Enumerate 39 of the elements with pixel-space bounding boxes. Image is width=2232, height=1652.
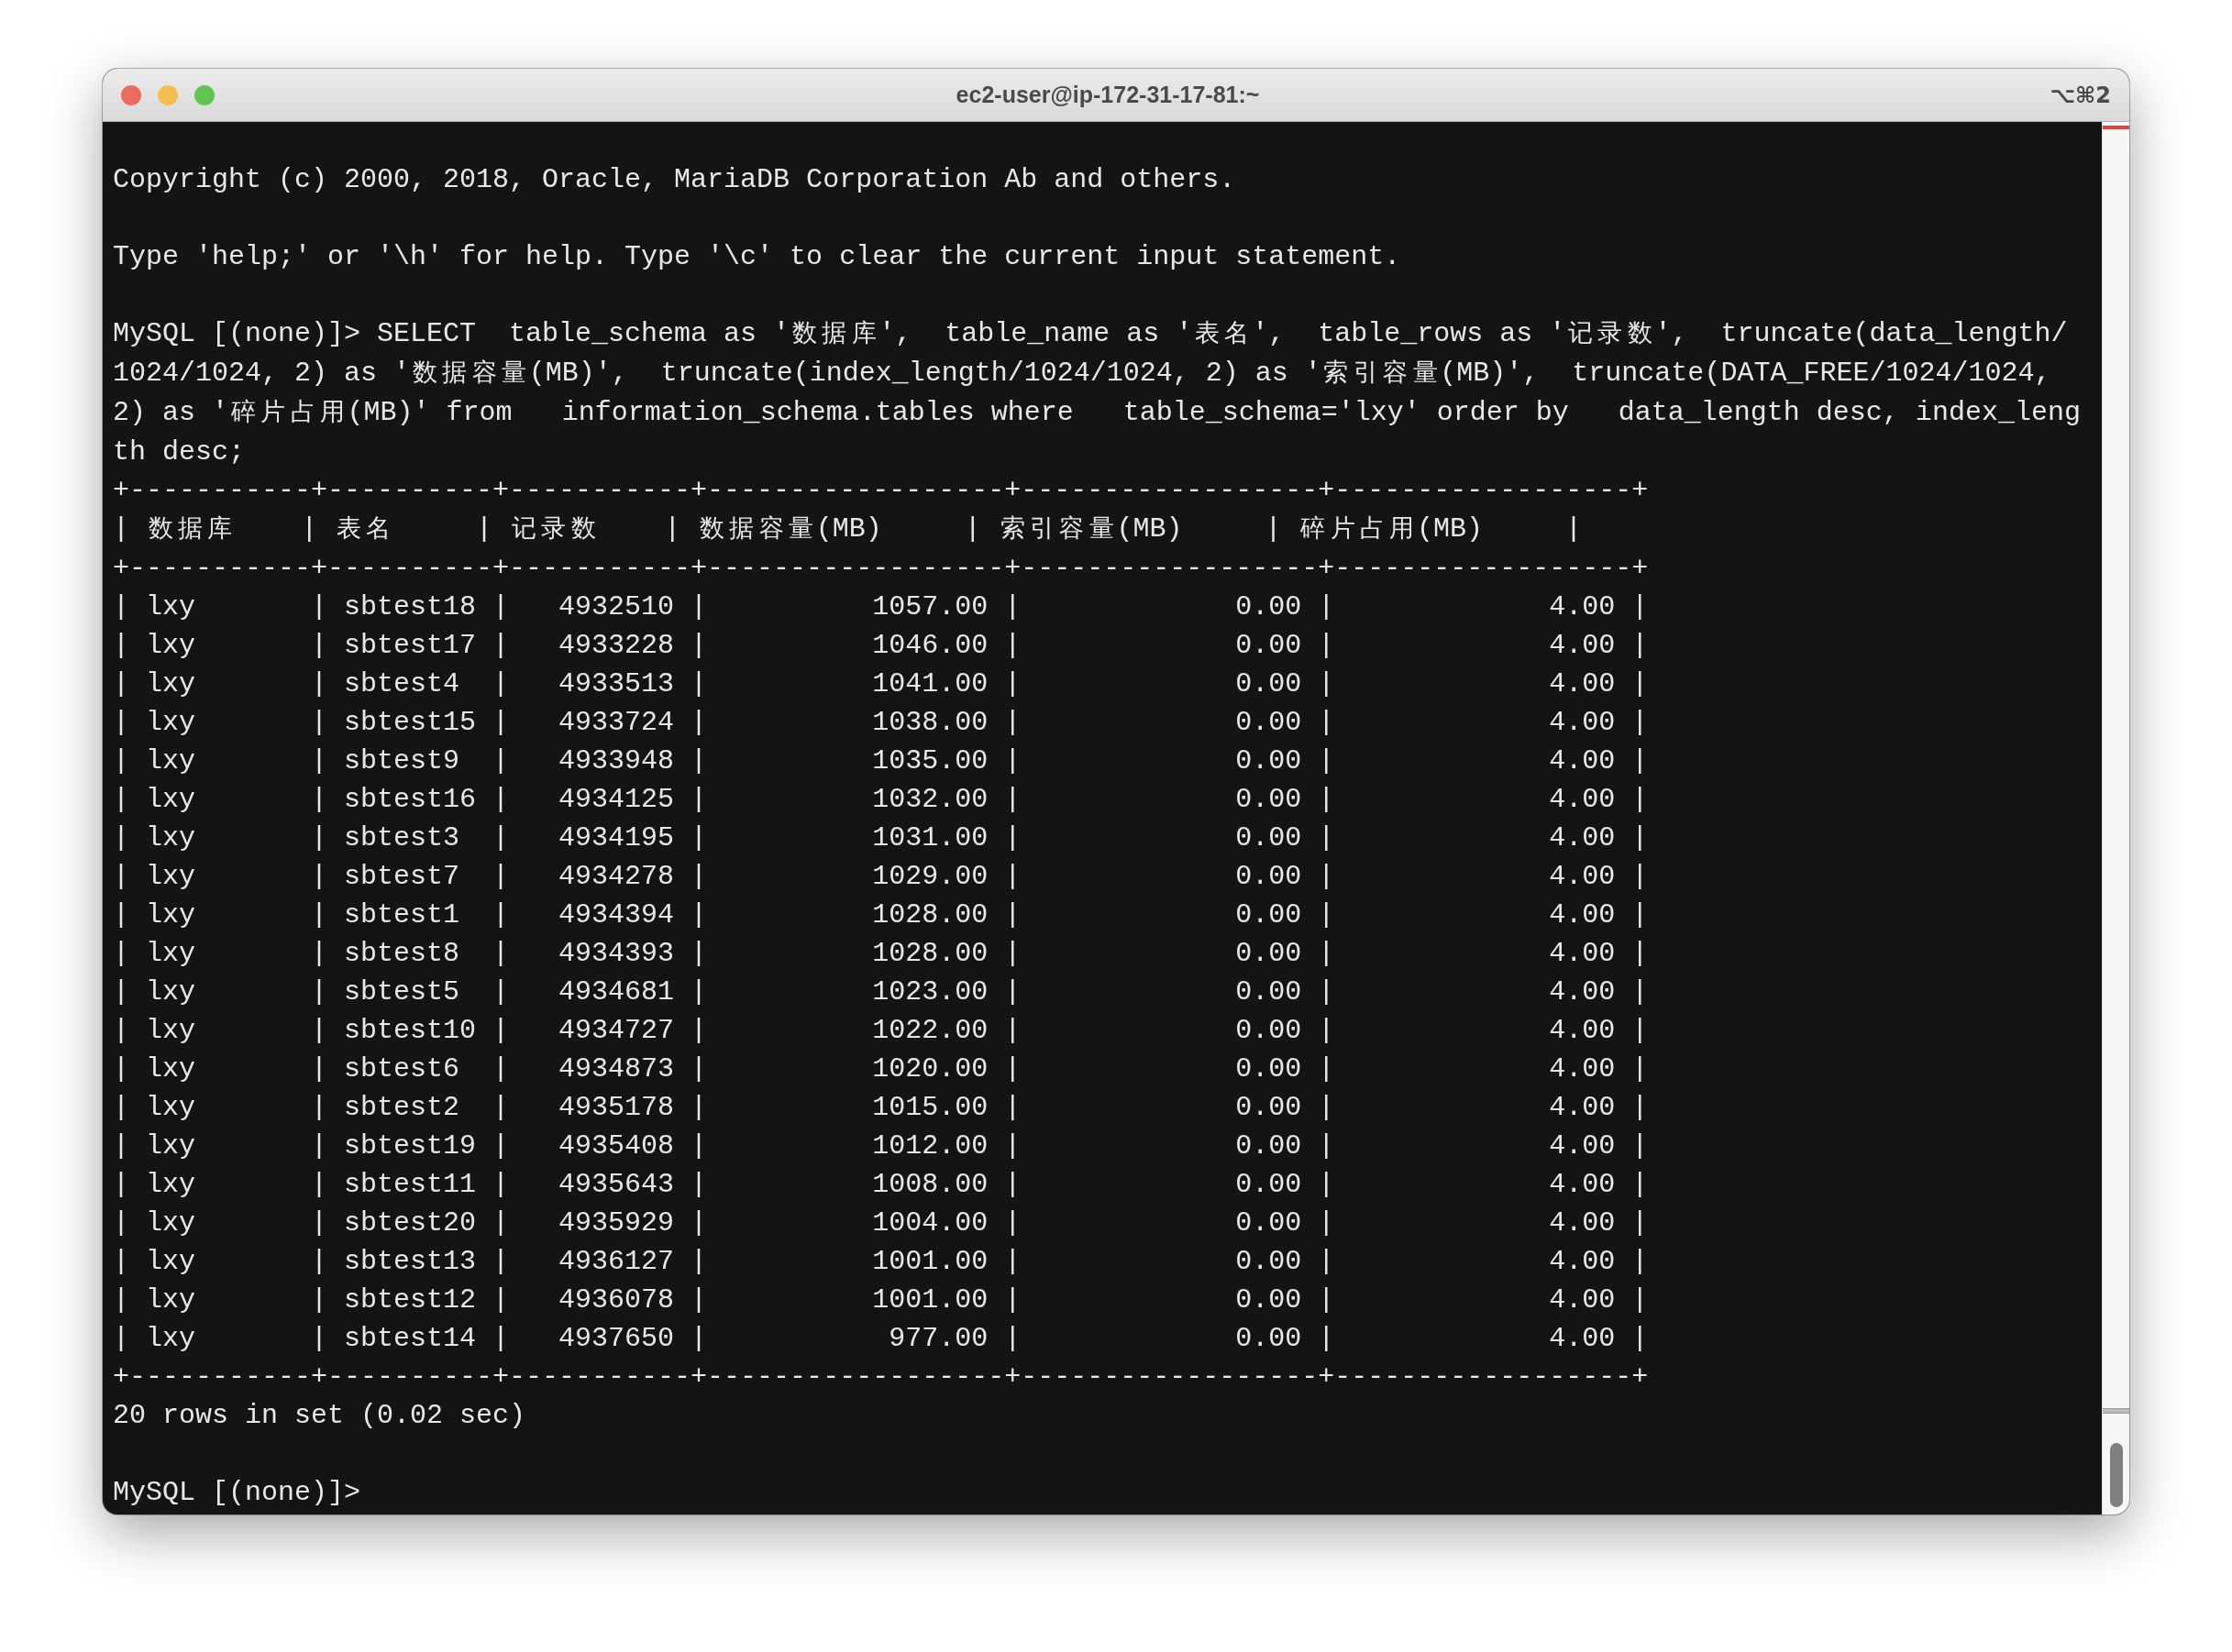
terminal-line: Copyright (c) 2000, 2018, Oracle, MariaDB Corporation Ab and others. — [113, 163, 1236, 197]
close-icon[interactable] — [121, 84, 141, 105]
terminal-line: | lxy | sbtest3 | 4934195 | 1031.00 | 0.00 | 4.00 | — [113, 821, 1649, 855]
terminal-line: | lxy | sbtest1 | 4934394 | 1028.00 | 0.00 | 4.00 | — [113, 898, 1649, 932]
terminal-line: th desc; — [113, 435, 246, 469]
terminal-line: | lxy | sbtest5 | 4934681 | 1023.00 | 0.00 | 4.00 | — [113, 975, 1649, 1009]
terminal-line: | lxy | sbtest11 | 4935643 | 1008.00 | 0.00 | 4.00 | — [113, 1168, 1649, 1202]
terminal-line: | lxy | sbtest20 | 4935929 | 1004.00 | 0.00 | 4.00 | — [113, 1206, 1649, 1240]
zoom-icon[interactable] — [194, 84, 215, 105]
terminal-line: | lxy | sbtest6 | 4934873 | 1020.00 | 0.00 | 4.00 | — [113, 1052, 1649, 1086]
terminal-line: | lxy | sbtest13 | 4936127 | 1001.00 | 0.00 | 4.00 | — [113, 1245, 1649, 1279]
terminal-line: +-----------+----------+-----------+------------------+------------------+------------------+ — [113, 1360, 1649, 1394]
terminal-line: | lxy | sbtest8 | 4934393 | 1028.00 | 0.00 | 4.00 | — [113, 937, 1649, 971]
terminal-line: | lxy | sbtest4 | 4933513 | 1041.00 | 0.00 | 4.00 | — [113, 667, 1649, 701]
terminal-line: | lxy | sbtest15 | 4933724 | 1038.00 | 0.00 | 4.00 | — [113, 706, 1649, 740]
terminal-line: +-----------+----------+-----------+------------------+------------------+------------------+ — [113, 474, 1649, 508]
terminal-line: | lxy | sbtest17 | 4933228 | 1046.00 | 0.00 | 4.00 | — [113, 629, 1649, 663]
terminal-line: | lxy | sbtest7 | 4934278 | 1029.00 | 0.00 | 4.00 | — [113, 860, 1649, 894]
scrollbar[interactable] — [2102, 122, 2129, 1514]
terminal-line: | 数据库 | 表名 | 记录数 | 数据容量(MB) | 索引容量(MB) | 碎片占用(MB) | — [113, 512, 1583, 546]
terminal-line: +-----------+----------+-----------+------------------+------------------+------------------+ — [113, 552, 1649, 586]
terminal-line: | lxy | sbtest9 | 4933948 | 1035.00 | 0.00 | 4.00 | — [113, 744, 1649, 778]
terminal-line: | lxy | sbtest10 | 4934727 | 1022.00 | 0.00 | 4.00 | — [113, 1014, 1649, 1048]
terminal-line: MySQL [(none)]> — [113, 1476, 362, 1510]
minimize-icon[interactable] — [158, 84, 178, 105]
terminal-line: MySQL [(none)]> SELECT table_schema as '数据库', table_name as '表名', table_rows as '记录数', truncate(data_length/ — [113, 317, 2068, 351]
terminal-line: 2) as '碎片占用(MB)' from information_schema.tables where table_schema='lxy' order by data_length desc, index_leng — [113, 396, 2081, 430]
terminal-line: Type 'help;' or '\h' for help. Type '\c' to clear the current input statement. — [113, 240, 1401, 274]
scroll-thumb[interactable] — [2109, 1443, 2123, 1507]
window-title: ec2-user@ip-172-31-17-81:~ — [955, 82, 1261, 108]
shortcut-label: ⌥⌘2 — [2049, 82, 2111, 108]
terminal-line: | lxy | sbtest18 | 4932510 | 1057.00 | 0.00 | 4.00 | — [113, 590, 1649, 624]
terminal-line: | lxy | sbtest16 | 4934125 | 1032.00 | 0.00 | 4.00 | — [113, 783, 1649, 817]
terminal-line: | lxy | sbtest2 | 4935178 | 1015.00 | 0.00 | 4.00 | — [113, 1091, 1649, 1125]
terminal-line: | lxy | sbtest12 | 4936078 | 1001.00 | 0.00 | 4.00 | — [113, 1283, 1649, 1317]
terminal-line: 1024/1024, 2) as '数据容量(MB)', truncate(index_length/1024/1024, 2) as '索引容量(MB)', truncate(DATA_FREE/1024/1024, — [113, 357, 2051, 391]
terminal-line: | lxy | sbtest14 | 4937650 | 977.00 | 0.00 | 4.00 | — [113, 1322, 1649, 1356]
terminal-line: | lxy | sbtest19 | 4935408 | 1012.00 | 0.00 | 4.00 | — [113, 1129, 1649, 1163]
terminal-line: 20 rows in set (0.02 sec) — [113, 1399, 526, 1433]
